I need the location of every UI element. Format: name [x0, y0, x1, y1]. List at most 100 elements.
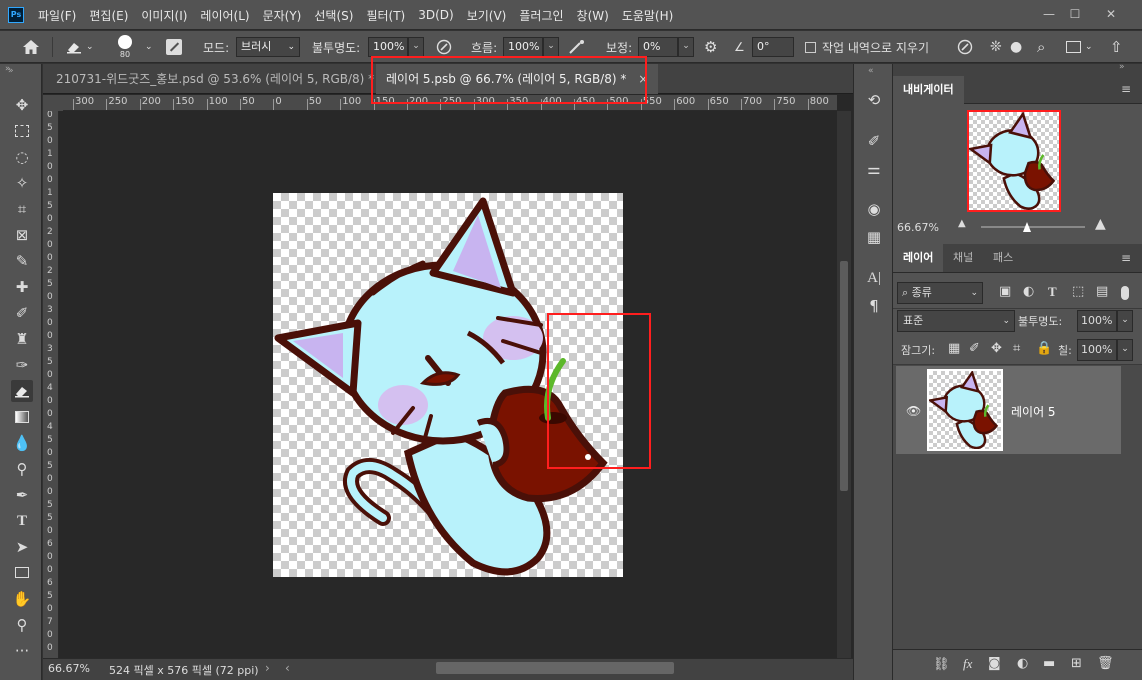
magic-wand-tool-icon[interactable]: ✧	[11, 172, 33, 194]
mode-select[interactable]: 브러시 ⌄	[236, 37, 300, 57]
lock-position-icon[interactable]: ✥	[991, 341, 1002, 356]
dodge-tool-icon[interactable]: ⚲	[11, 458, 33, 480]
collapse-icon[interactable]: »	[1119, 62, 1125, 72]
rectangle-tool-icon[interactable]	[11, 562, 33, 584]
character-panel-icon[interactable]: A|	[863, 267, 885, 289]
document-info[interactable]: 524 픽셀 x 576 픽셀 (72 ppi)	[109, 662, 259, 678]
zoom-in-icon[interactable]: ▲	[1095, 216, 1106, 232]
fx-icon[interactable]: fx	[963, 656, 972, 672]
lock-all-icon[interactable]: 🔒	[1036, 341, 1052, 356]
fill-field[interactable]: 100%	[1077, 339, 1117, 361]
filter-toggle[interactable]	[1121, 286, 1129, 300]
menu-select[interactable]: 선택(S)	[314, 7, 353, 24]
minimize-button[interactable]: —	[1036, 4, 1062, 24]
blur-tool-icon[interactable]: 💧	[11, 432, 33, 454]
horizontal-scrollbar-thumb[interactable]	[436, 662, 674, 674]
close-window-button[interactable]: ✕	[1098, 4, 1124, 24]
menu-filter[interactable]: 필터(T)	[366, 7, 405, 24]
chevron-down-icon[interactable]: ⌄	[1117, 310, 1133, 332]
more-tools-icon[interactable]: ···	[11, 640, 33, 662]
eyedropper-tool-icon[interactable]: ✎	[11, 250, 33, 272]
brush-size-picker[interactable]: 80	[118, 31, 132, 63]
link-layers-icon[interactable]: ⛓	[933, 657, 950, 672]
lock-artboard-icon[interactable]: ⌗	[1013, 341, 1020, 356]
eraser-tool-preset[interactable]: ⌄	[66, 31, 94, 63]
menu-window[interactable]: 창(W)	[577, 7, 609, 24]
marquee-tool-icon[interactable]	[11, 120, 33, 142]
tab-paths[interactable]: 패스	[983, 244, 1023, 272]
crop-tool-icon[interactable]: ⌗	[11, 198, 33, 220]
layer-row-layer5[interactable]: 👁 레이어 5	[896, 366, 1121, 454]
adjustment-panel-icon[interactable]: ⚌	[863, 158, 885, 180]
trash-icon[interactable]: 🗑	[1097, 656, 1114, 671]
layer-thumbnail[interactable]	[927, 369, 1003, 451]
zoom-tool-icon[interactable]: ⚲	[11, 614, 33, 636]
chevron-left-icon[interactable]: ‹	[285, 661, 290, 675]
blend-mode-select[interactable]: 표준 ⌄	[897, 310, 1015, 332]
airbrush-button[interactable]	[568, 31, 586, 63]
chevron-down-icon[interactable]: ⌄	[145, 31, 153, 63]
flow-field[interactable]: 100%	[503, 37, 543, 57]
clone-stamp-tool-icon[interactable]: ♜	[11, 328, 33, 350]
tab-promo-psd[interactable]: 210731-위드굿즈_홍보.psd @ 53.6% (레이어 5, RGB/8…	[46, 64, 384, 94]
home-button[interactable]	[22, 31, 40, 63]
menu-layer[interactable]: 레이어(L)	[200, 7, 249, 24]
menu-view[interactable]: 보기(V)	[467, 7, 507, 24]
angle-field[interactable]: 0°	[752, 37, 794, 57]
layer-opacity-field[interactable]: 100%	[1077, 310, 1117, 332]
lock-transparency-icon[interactable]: ▦	[948, 341, 960, 356]
collapse-icon[interactable]: «	[868, 66, 874, 76]
paragraph-panel-icon[interactable]: ¶	[863, 295, 885, 317]
history-panel-icon[interactable]: ⟲	[863, 89, 885, 111]
group-folder-icon[interactable]: ▬	[1043, 656, 1055, 671]
menu-file[interactable]: 파일(F)	[38, 7, 76, 24]
menu-image[interactable]: 이미지(I)	[141, 7, 187, 24]
layer-filter-kind[interactable]: ⌕ 종류 ⌄	[897, 282, 983, 304]
chevron-down-icon[interactable]: ⌄	[408, 37, 424, 57]
brush-tool-icon[interactable]: ✐	[11, 302, 33, 324]
new-layer-icon[interactable]: ⊞	[1071, 656, 1082, 671]
pressure-opacity-button[interactable]	[436, 31, 452, 63]
history-brush-tool-icon[interactable]: ✑	[11, 354, 33, 376]
zoom-slider-track[interactable]	[981, 226, 1085, 228]
swatches-panel-icon[interactable]: ▦	[863, 226, 885, 248]
menu-edit[interactable]: 편집(E)	[89, 7, 128, 24]
brush-panel-icon[interactable]: ✐	[863, 130, 885, 152]
zoom-out-icon[interactable]: ▲	[958, 218, 966, 229]
chevron-down-icon[interactable]: ⌄	[678, 37, 694, 57]
vertical-scrollbar-thumb[interactable]	[840, 261, 848, 491]
symmetry-icon[interactable]: ❊	[990, 31, 1002, 63]
history-checkbox[interactable]	[805, 41, 816, 53]
brush-settings-button[interactable]	[166, 31, 182, 63]
adjustment-filter-icon[interactable]: ◐	[1023, 284, 1034, 299]
hand-tool-icon[interactable]: ✋	[11, 588, 33, 610]
pressure-size-button[interactable]	[957, 31, 973, 63]
panel-menu-icon[interactable]: ≡	[1121, 82, 1131, 96]
menu-3d[interactable]: 3D(D)	[418, 8, 453, 22]
path-selection-tool-icon[interactable]: ➤	[11, 536, 33, 558]
status-zoom[interactable]: 66.67%	[48, 662, 90, 675]
eraser-tool-icon[interactable]	[11, 380, 33, 402]
menu-type[interactable]: 문자(Y)	[263, 7, 302, 24]
horizontal-ruler[interactable]: 300 250 200 150 100 50 0 50 100 150 200 250 300 350 40…	[63, 95, 837, 111]
lasso-tool-icon[interactable]: ◌	[11, 146, 33, 168]
chevron-down-icon[interactable]: ⌄	[543, 37, 559, 57]
navigator-preview-area[interactable]	[893, 104, 1142, 216]
move-tool-icon[interactable]: ✥	[11, 94, 33, 116]
type-tool-icon[interactable]: T	[11, 510, 33, 532]
tab-channels[interactable]: 채널	[943, 244, 983, 272]
opacity-field[interactable]: 100%	[368, 37, 408, 57]
workspace-button[interactable]: ⌄	[1066, 31, 1093, 63]
menu-plugins[interactable]: 플러그인	[519, 7, 563, 24]
tab-navigator[interactable]: 내비게이터	[893, 76, 964, 104]
document-canvas[interactable]	[273, 193, 623, 577]
menu-help[interactable]: 도움말(H)	[622, 7, 674, 24]
gradient-tool-icon[interactable]	[11, 406, 33, 428]
tab-layer5-psb[interactable]: 레이어 5.psb @ 66.7% (레이어 5, RGB/8) * ×	[376, 64, 659, 94]
navigator-thumbnail[interactable]	[967, 110, 1061, 212]
navigator-zoom-value[interactable]: 66.67%	[897, 221, 939, 234]
smoothing-field[interactable]: 0%	[638, 37, 678, 57]
tab-layers[interactable]: 레이어	[893, 244, 944, 272]
image-filter-icon[interactable]: ▣	[999, 284, 1011, 299]
maximize-button[interactable]: ☐	[1062, 4, 1088, 24]
